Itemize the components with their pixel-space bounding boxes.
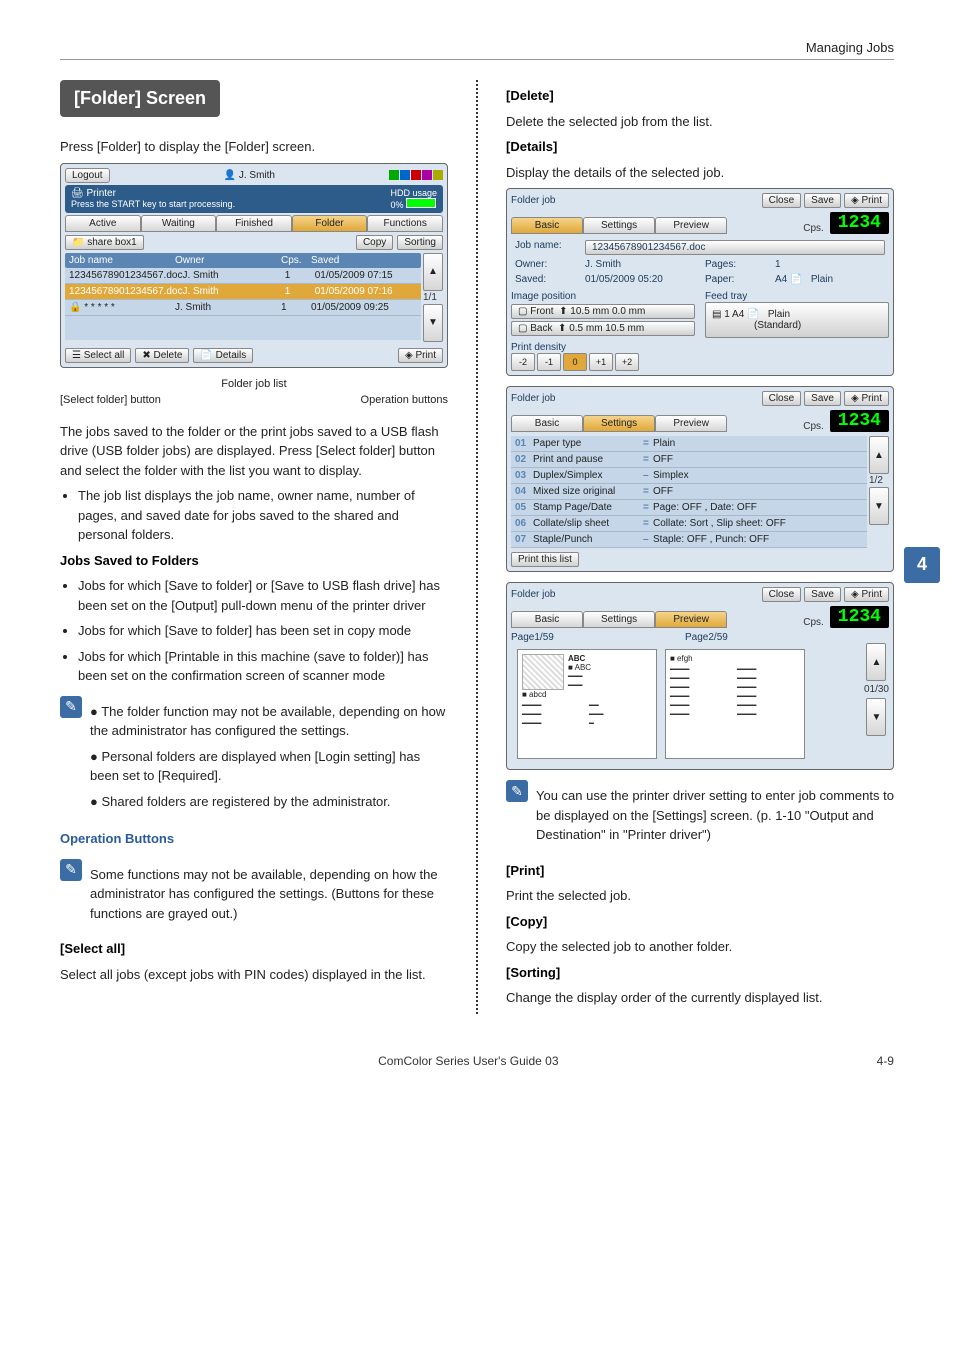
cps-counter: 1234 [830, 212, 889, 234]
note-item: Personal folders are displayed when [Log… [90, 747, 448, 786]
copy-body: Copy the selected job to another folder. [506, 937, 894, 957]
list1: The job list displays the job name, owne… [78, 486, 448, 545]
table-row: 🔒 * * * * *J. Smith101/05/2009 09:25 [65, 300, 421, 316]
scroll-down[interactable]: ▼ [869, 487, 889, 525]
ann-select-folder: [Select folder] button [60, 394, 161, 406]
print-density[interactable]: -2 -1 0 +1 +2 [511, 353, 889, 371]
tab-basic[interactable]: Basic [511, 611, 583, 628]
select-all-button[interactable]: ☰ Select all [65, 348, 131, 363]
pager-preview: 01/30 [864, 684, 889, 695]
tab-finished[interactable]: Finished [216, 215, 292, 232]
print-button[interactable]: ◈ Print [844, 391, 889, 406]
select-all-body: Select all jobs (except jobs with PIN co… [60, 965, 448, 985]
save-button[interactable]: Save [804, 391, 841, 406]
tab-settings[interactable]: Settings [583, 217, 655, 234]
tab-preview[interactable]: Preview [655, 217, 727, 234]
note-item: The folder function may not be available… [90, 702, 448, 741]
print-button[interactable]: ◈ Print [844, 193, 889, 208]
select-all-heading: [Select all] [60, 939, 448, 959]
scroll-down[interactable]: ▼ [866, 698, 886, 736]
details-heading: [Details] [506, 137, 894, 157]
user-label: 👤 J. Smith [224, 170, 275, 181]
tab-active[interactable]: Active [65, 215, 141, 232]
tab-preview[interactable]: Preview [655, 415, 727, 432]
list-item: Jobs for which [Save to folder] or [Save… [78, 576, 448, 615]
folder-screen-mock: Logout 👤 J. Smith 🖨 PrinterPress the STA… [60, 163, 448, 368]
tab-waiting[interactable]: Waiting [141, 215, 217, 232]
op-note: Some functions may not be available, dep… [90, 865, 448, 924]
table-row: 12345678901234567.docJ. Smith101/05/2009… [65, 284, 421, 300]
print-button[interactable]: ◈ Print [398, 348, 443, 363]
page-header: Managing Jobs [60, 40, 894, 60]
cps-counter: 1234 [830, 410, 889, 432]
folder-job-settings-mock: Folder job Close Save ◈ Print Basic Sett… [506, 386, 894, 572]
scroll-up[interactable]: ▲ [423, 253, 443, 291]
tab-basic[interactable]: Basic [511, 217, 583, 234]
delete-button[interactable]: ✖ Delete [135, 348, 189, 363]
sorting-heading: [Sorting] [506, 963, 894, 983]
list-item: Jobs for which [Printable in this machin… [78, 647, 448, 686]
ann-list: Folder job list [221, 378, 286, 390]
print-this-list-button[interactable]: Print this list [511, 552, 579, 567]
footer-text: ComColor Series User's Guide 03 [378, 1054, 558, 1068]
tab-functions[interactable]: Functions [367, 215, 443, 232]
close-button[interactable]: Close [762, 587, 802, 602]
delete-heading: [Delete] [506, 86, 894, 106]
page-number: 4-9 [877, 1054, 894, 1068]
table-row: 12345678901234567.docJ. Smith101/05/2009… [65, 268, 421, 284]
details-body: Display the details of the selected job. [506, 163, 894, 183]
preview-page-2: ■ efgh ━━━━━━━━━━━━━━━━━━━━━━━━ ━━━━━━━━… [665, 649, 805, 759]
jobs-saved-heading: Jobs Saved to Folders [60, 551, 448, 571]
section-title: [Folder] Screen [60, 80, 220, 117]
chapter-tab: 4 [904, 547, 940, 583]
delete-body: Delete the selected job from the list. [506, 112, 894, 132]
tab-settings[interactable]: Settings [583, 611, 655, 628]
note-icon: ✎ [60, 696, 82, 718]
ann-operation-buttons: Operation buttons [361, 394, 448, 406]
scroll-up[interactable]: ▲ [866, 643, 886, 681]
print-body: Print the selected job. [506, 886, 894, 906]
details-button[interactable]: 📄 Details [193, 348, 253, 363]
printer-label: Printer [86, 188, 115, 199]
tab-settings[interactable]: Settings [583, 415, 655, 432]
sorting-body: Change the display order of the currentl… [506, 988, 894, 1008]
save-button[interactable]: Save [804, 193, 841, 208]
main-paragraph: The jobs saved to the folder or the prin… [60, 422, 448, 481]
note2: You can use the printer driver setting t… [536, 786, 894, 845]
preview-page-1: ABC■ ABC━━━━━━ ■ abcd ━━━━━━━━━━━━ ━━━━━… [517, 649, 657, 759]
print-button[interactable]: ◈ Print [844, 587, 889, 602]
operation-buttons-heading: Operation Buttons [60, 829, 448, 849]
folder-job-basic-mock: Folder job Close Save ◈ Print Basic Sett… [506, 188, 894, 376]
cps-counter: 1234 [830, 606, 889, 628]
folder-job-preview-mock: Folder job Close Save ◈ Print Basic Sett… [506, 582, 894, 770]
pager-settings: 1/2 [869, 475, 889, 486]
select-folder-chip[interactable]: 📁 share box1 [65, 235, 144, 250]
save-button[interactable]: Save [804, 587, 841, 602]
scroll-down[interactable]: ▼ [423, 304, 443, 342]
logout-button[interactable]: Logout [65, 168, 110, 183]
copy-heading: [Copy] [506, 912, 894, 932]
status-icons [389, 170, 443, 180]
note-icon: ✎ [60, 859, 82, 881]
print-heading: [Print] [506, 861, 894, 881]
sorting-chip[interactable]: Sorting [397, 235, 443, 250]
close-button[interactable]: Close [762, 391, 802, 406]
note-icon: ✎ [506, 780, 528, 802]
tab-basic[interactable]: Basic [511, 415, 583, 432]
intro-text: Press [Folder] to display the [Folder] s… [60, 137, 448, 157]
pager-1-1: 1/1 [423, 292, 443, 303]
note-item: Shared folders are registered by the adm… [90, 792, 448, 812]
list-item: Jobs for which [Save to folder] has been… [78, 621, 448, 641]
close-button[interactable]: Close [762, 193, 802, 208]
scroll-up[interactable]: ▲ [869, 436, 889, 474]
tab-folder[interactable]: Folder [292, 215, 368, 232]
copy-chip[interactable]: Copy [356, 235, 393, 250]
tab-preview[interactable]: Preview [655, 611, 727, 628]
